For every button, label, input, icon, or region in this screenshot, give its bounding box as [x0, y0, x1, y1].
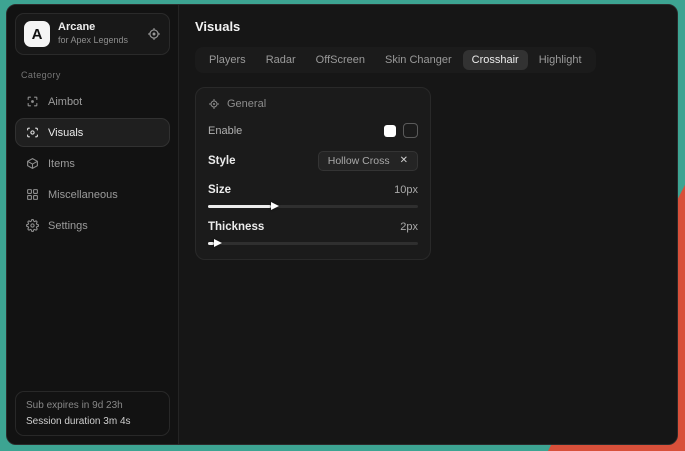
sidebar-item-label: Aimbot: [48, 96, 82, 108]
enable-label: Enable: [208, 125, 242, 137]
app-subtitle: for Apex Legends: [58, 35, 128, 47]
sidebar-item-miscellaneous[interactable]: Miscellaneous: [15, 180, 170, 209]
sidebar-item-label: Items: [48, 158, 75, 170]
color-swatch[interactable]: [384, 125, 396, 137]
cube-icon: [26, 157, 39, 170]
sidebar-item-label: Settings: [48, 220, 88, 232]
tab-radar[interactable]: Radar: [257, 50, 305, 70]
tab-offscreen[interactable]: OffScreen: [307, 50, 374, 70]
thickness-slider-thumb[interactable]: [214, 239, 222, 247]
size-slider-thumb[interactable]: [271, 202, 279, 210]
tab-highlight[interactable]: Highlight: [530, 50, 591, 70]
style-label: Style: [208, 155, 236, 167]
sidebar-item-aimbot[interactable]: Aimbot: [15, 87, 170, 116]
tab-crosshair[interactable]: Crosshair: [463, 50, 528, 70]
app-title: Arcane: [58, 21, 128, 35]
eye-icon: [26, 126, 39, 139]
crosshair-small-icon: [208, 98, 220, 110]
tab-bar: Players Radar OffScreen Skin Changer Cro…: [195, 47, 596, 73]
sub-expires-text: Sub expires in 9d 23h: [26, 400, 159, 411]
tab-players[interactable]: Players: [200, 50, 255, 70]
style-select[interactable]: Hollow Cross ✕: [318, 151, 418, 171]
style-value: Hollow Cross: [328, 155, 390, 167]
tab-skin-changer[interactable]: Skin Changer: [376, 50, 461, 70]
grid-icon: [26, 188, 39, 201]
card-title: General: [227, 98, 266, 110]
sidebar-item-items[interactable]: Items: [15, 149, 170, 178]
app-header-card: A Arcane for Apex Legends: [15, 13, 170, 55]
thickness-slider[interactable]: [208, 242, 418, 245]
sidebar-item-label: Visuals: [48, 127, 83, 139]
subscription-info-card: Sub expires in 9d 23h Session duration 3…: [15, 391, 170, 436]
size-value: 10px: [394, 184, 418, 196]
sidebar-item-visuals[interactable]: Visuals: [15, 118, 170, 147]
app-window: A Arcane for Apex Legends Category: [6, 4, 678, 445]
thickness-label: Thickness: [208, 221, 264, 233]
page-title: Visuals: [195, 19, 661, 34]
category-label: Category: [21, 70, 164, 80]
sidebar-item-label: Miscellaneous: [48, 189, 118, 201]
main-panel: Visuals Players Radar OffScreen Skin Cha…: [179, 5, 677, 444]
general-card: General Enable Style Hollow Cross ✕: [195, 87, 431, 260]
session-duration-text: Session duration 3m 4s: [26, 416, 159, 427]
size-slider[interactable]: [208, 205, 418, 208]
sidebar: A Arcane for Apex Legends Category: [7, 5, 179, 444]
sidebar-nav: Aimbot Visuals Items: [15, 87, 170, 240]
gear-icon: [26, 219, 39, 232]
app-logo: A: [24, 21, 50, 47]
target-icon[interactable]: [147, 27, 161, 41]
thickness-value: 2px: [400, 221, 418, 233]
enable-checkbox[interactable]: [403, 123, 418, 138]
clear-icon[interactable]: ✕: [400, 156, 408, 166]
size-label: Size: [208, 184, 231, 196]
sidebar-item-settings[interactable]: Settings: [15, 211, 170, 240]
crosshair-icon: [26, 95, 39, 108]
